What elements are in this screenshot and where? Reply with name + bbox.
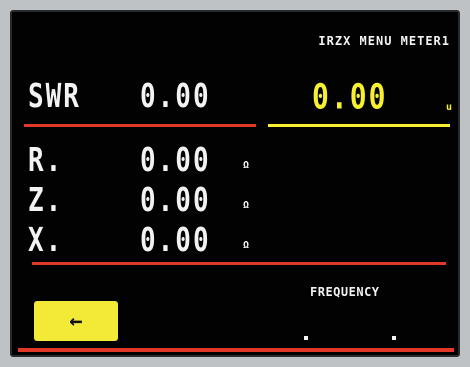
frequency-label: FREQUENCY — [310, 285, 380, 299]
bottom-divider — [18, 348, 454, 352]
x-value: 0.00 — [140, 222, 211, 260]
swr-divider-red — [24, 124, 256, 127]
x-unit: Ω — [243, 240, 250, 251]
x-label: X. — [28, 222, 64, 260]
frequency-dot-left — [304, 336, 308, 340]
r-unit: Ω — [243, 160, 250, 171]
z-unit: Ω — [243, 200, 250, 211]
z-value: 0.00 — [140, 182, 211, 220]
swr-value: 0.00 — [140, 78, 211, 116]
swr-divider-yellow — [268, 124, 450, 127]
readings-divider — [32, 262, 446, 265]
frequency-dot-right — [392, 336, 396, 340]
r-label: R. — [28, 142, 64, 180]
r-value: 0.00 — [140, 142, 211, 180]
menu-title: IRZX MENU METER1 — [318, 34, 450, 48]
swr-secondary-unit: u — [446, 102, 453, 113]
meter-screen: IRZX MENU METER1 SWR 0.00 0.00 u R. 0.00… — [10, 10, 460, 357]
swr-value-secondary: 0.00 — [312, 76, 388, 118]
z-label: Z. — [28, 182, 64, 220]
back-button[interactable]: ← — [34, 301, 118, 341]
back-arrow-icon: ← — [69, 308, 83, 334]
swr-label: SWR — [28, 78, 81, 116]
